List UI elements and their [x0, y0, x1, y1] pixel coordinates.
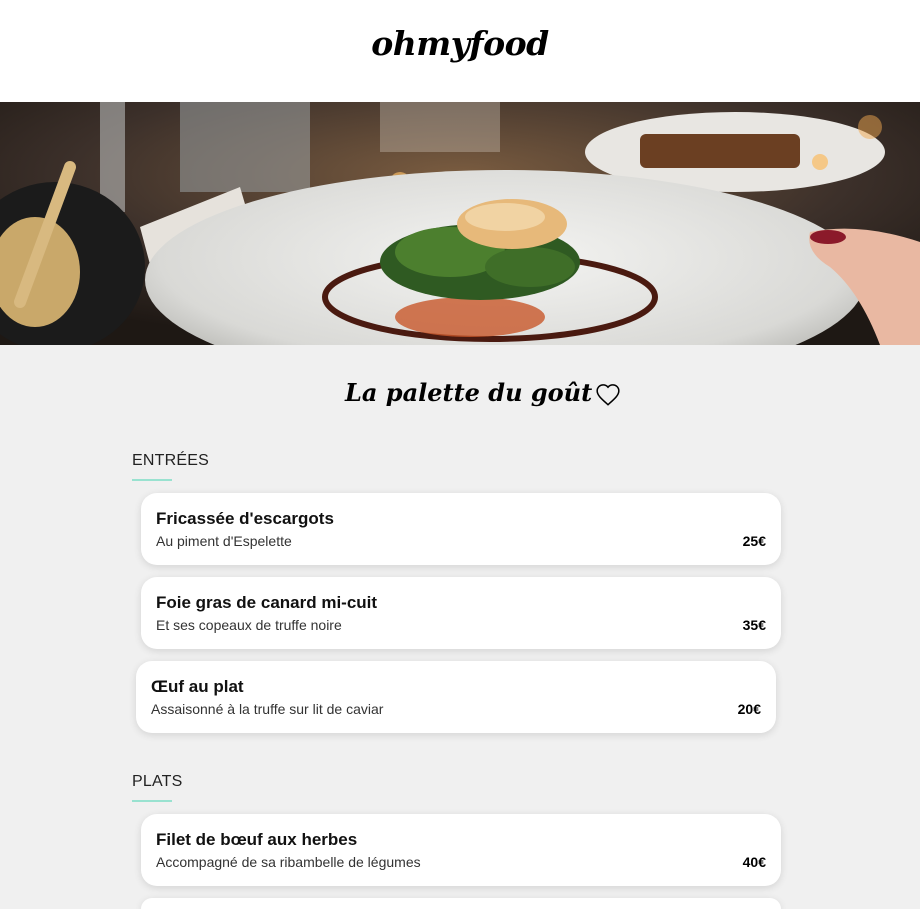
restaurant-name: La palette du goût: [345, 378, 593, 407]
section-underline: [132, 800, 172, 802]
dish-card[interactable]: Œuf au plat Assaisonné à la truffe sur l…: [136, 661, 776, 733]
dish-description: Au piment d'Espelette: [156, 533, 292, 549]
dish-description: Assaisonné à la truffe sur lit de caviar: [151, 701, 384, 717]
dish-card[interactable]: Foie gras de canard mi-cuit Et ses copea…: [141, 577, 781, 649]
dish-name: Œuf au plat: [151, 677, 244, 696]
dish-price: 35€: [742, 617, 766, 633]
dish-card[interactable]: Filet de bœuf aux herbes Accompagné de s…: [141, 814, 781, 886]
dish-price: 25€: [742, 533, 766, 549]
site-header: ohmyfood: [0, 0, 920, 102]
logo[interactable]: ohmyfood: [0, 24, 920, 63]
dish-price: 20€: [737, 701, 761, 717]
hero-image: [0, 102, 920, 345]
hero-photo: [0, 102, 920, 345]
section-title-plats: PLATS: [132, 773, 183, 790]
dish-price: 40€: [742, 854, 766, 870]
dish-description: Et ses copeaux de truffe noire: [156, 617, 342, 633]
dish-name: Foie gras de canard mi-cuit: [156, 593, 378, 612]
dish-name: Fricassée d'escargots: [156, 509, 334, 528]
restaurant-title-row: La palette du goût: [0, 376, 920, 416]
dish-card-partial[interactable]: [141, 898, 781, 909]
dish-card[interactable]: Fricassée d'escargots Au piment d'Espele…: [141, 493, 781, 565]
dish-description: Accompagné de sa ribambelle de légumes: [156, 854, 421, 870]
dish-name: Filet de bœuf aux herbes: [156, 830, 358, 849]
heart-outline-icon[interactable]: [595, 382, 621, 408]
section-title-entrees: ENTRÉES: [132, 452, 209, 469]
section-underline: [132, 479, 172, 481]
